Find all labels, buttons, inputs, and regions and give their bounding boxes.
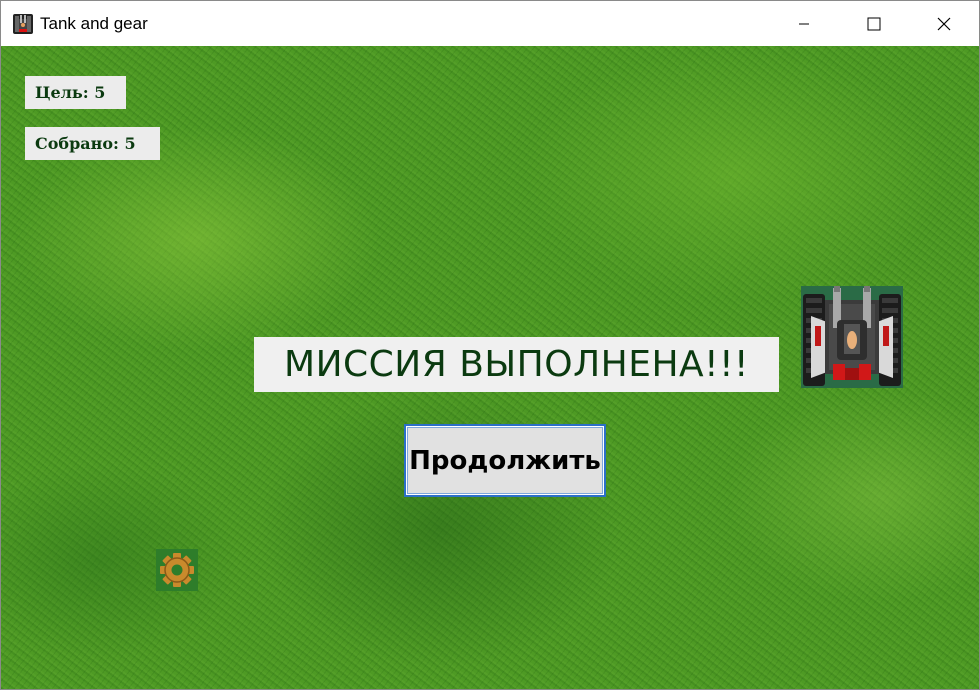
game-window: Tank and gear Цель: 5 Собрано: 5 МИССИЯ … <box>0 0 980 690</box>
mission-complete-banner: МИССИЯ ВЫПОЛНЕНА!!! <box>254 337 779 392</box>
goal-counter: Цель: 5 <box>25 76 126 109</box>
gear-icon <box>156 549 198 591</box>
tank-icon <box>801 286 903 388</box>
minimize-button[interactable] <box>769 1 839 46</box>
maximize-icon <box>867 17 881 30</box>
title-bar[interactable]: Tank and gear <box>1 1 979 46</box>
minimize-icon <box>799 23 809 24</box>
maximize-button[interactable] <box>839 1 909 46</box>
continue-button[interactable]: Продолжить <box>404 424 606 497</box>
tank-app-icon <box>13 13 33 34</box>
window-title: Tank and gear <box>40 13 148 33</box>
collected-counter: Собрано: 5 <box>25 127 160 160</box>
window-controls <box>769 1 979 46</box>
game-field[interactable]: Цель: 5 Собрано: 5 МИССИЯ ВЫПОЛНЕНА!!! П… <box>1 46 979 689</box>
close-icon <box>937 17 951 30</box>
close-button[interactable] <box>909 1 979 46</box>
